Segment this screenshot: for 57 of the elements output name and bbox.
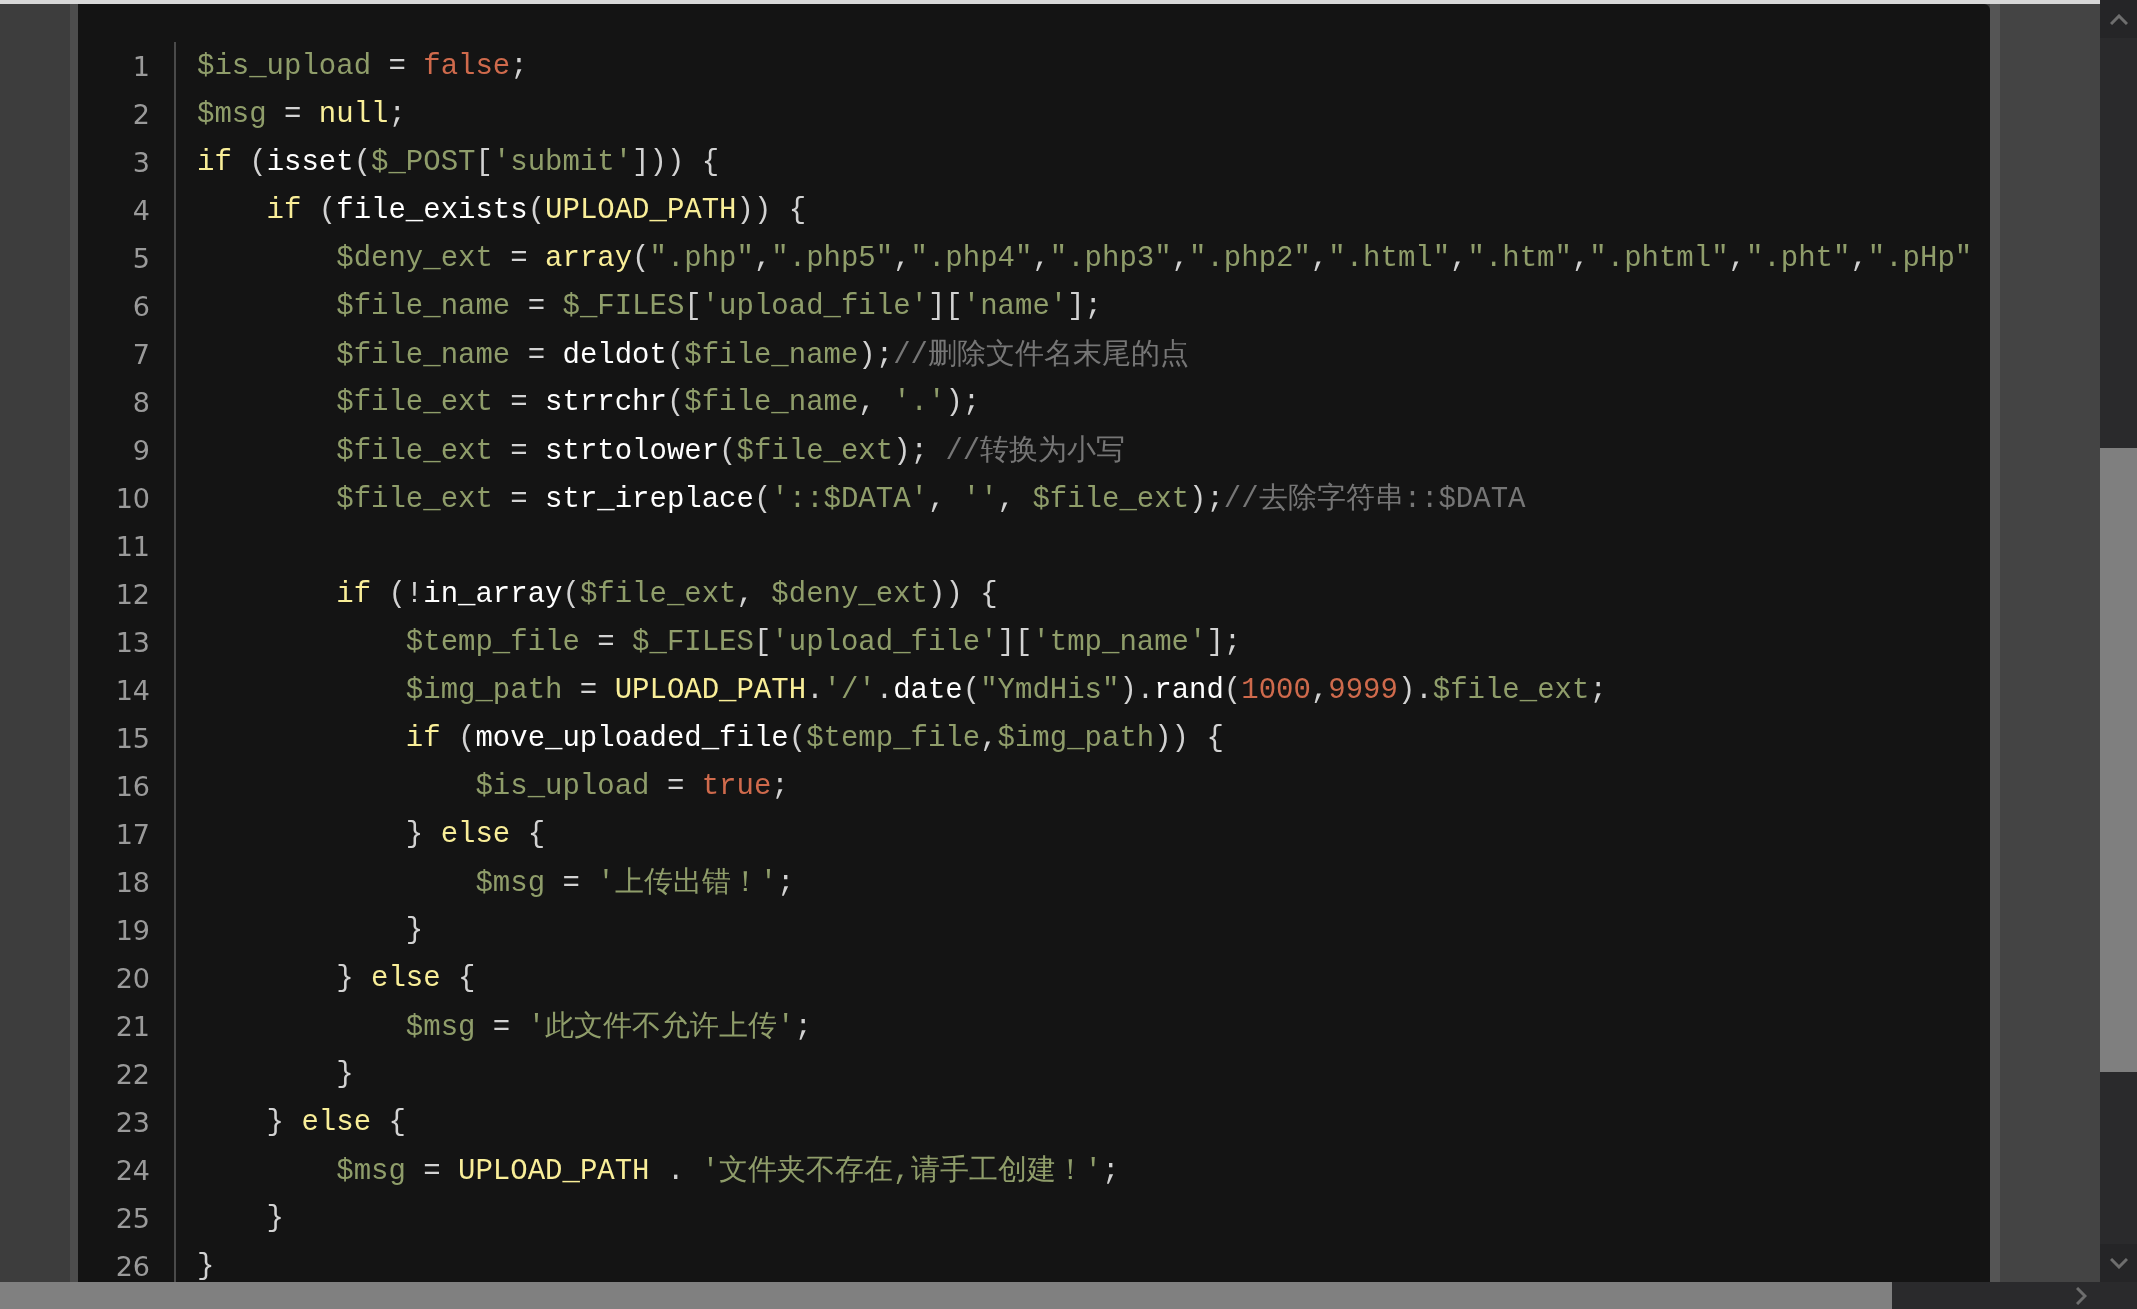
line-number: 22 xyxy=(114,1058,150,1090)
code-line: $file_ext = strrchr($file_name, '.'); xyxy=(335,385,981,419)
line-number: 11 xyxy=(114,530,150,562)
line-number: 19 xyxy=(114,914,150,946)
code-line: $msg = null; xyxy=(197,97,406,131)
line-number: 21 xyxy=(114,1010,150,1042)
scroll-right-icon[interactable] xyxy=(2076,1286,2087,1305)
scrollbar-corner xyxy=(2100,1282,2137,1309)
line-number: 9 xyxy=(131,434,150,466)
line-number: 26 xyxy=(114,1250,150,1282)
code-line: if (!in_array($file_ext, $deny_ext)) { xyxy=(335,577,998,611)
line-number: 5 xyxy=(131,242,150,274)
code-line: $msg = UPLOAD_PATH . '文件夹不存在,请手工创建！'; xyxy=(335,1153,1120,1190)
code-line: } else { xyxy=(265,1105,406,1139)
line-number: 7 xyxy=(131,338,150,370)
code-line: } xyxy=(265,1201,284,1235)
code-line: $temp_file = $_FILES['upload_file']['tmp_name']; xyxy=(404,625,1242,659)
line-number: 14 xyxy=(114,674,150,706)
vertical-scrollbar-thumb[interactable] xyxy=(2100,448,2137,1072)
code-line: } xyxy=(335,1057,354,1091)
line-number: 15 xyxy=(114,722,150,754)
line-number: 13 xyxy=(114,626,150,658)
line-number: 18 xyxy=(114,866,150,898)
line-number: 4 xyxy=(131,194,150,226)
line-number: 17 xyxy=(114,818,150,850)
code-line: $msg = '此文件不允许上传'; xyxy=(404,1010,812,1046)
code-line: } xyxy=(197,1249,215,1282)
code-line: } else { xyxy=(335,961,476,995)
code-line: if (file_exists(UPLOAD_PATH)) { xyxy=(265,193,807,227)
scroll-down-icon[interactable] xyxy=(2109,1257,2128,1269)
line-number: 6 xyxy=(131,290,150,322)
code-line: $img_path = UPLOAD_PATH.'/'.date("YmdHis").rand(1000,9999).$file_ext; xyxy=(404,673,1607,707)
code-line: $file_ext = str_ireplace('::$DATA', '', $file_ext);//去除字符串::$DATA xyxy=(335,481,1526,518)
line-number: 12 xyxy=(114,578,150,610)
code-line: $is_upload = true; xyxy=(474,769,789,803)
line-number: 20 xyxy=(114,962,150,994)
code-line: } xyxy=(404,913,424,947)
line-number: 25 xyxy=(114,1202,150,1234)
code-line: } else { xyxy=(404,817,546,851)
line-number: 2 xyxy=(131,98,150,130)
line-number: 10 xyxy=(114,482,150,514)
vertical-scrollbar[interactable] xyxy=(2100,0,2137,1282)
code-line: if (isset($_POST['submit'])) { xyxy=(197,145,720,179)
line-number: 16 xyxy=(114,770,150,802)
line-number: 23 xyxy=(114,1106,150,1138)
code-line: $msg = '上传出错！'; xyxy=(474,866,795,902)
line-number: 3 xyxy=(131,146,150,178)
line-number: 8 xyxy=(131,386,150,418)
code-line: $deny_ext = array(".php",".php5",".php4",".php3",".php2",".html",".htm",".phtml",".pht",".pHp" xyxy=(335,241,1973,275)
code-line: $file_name = deldot($file_name);//删除文件名末尾的点 xyxy=(335,338,1189,374)
code-line: $file_ext = strtolower($file_ext); //转换为小写 xyxy=(335,434,1126,470)
code-line: if (move_uploaded_file($temp_file,$img_path)) { xyxy=(404,721,1224,755)
line-number: 1 xyxy=(131,50,150,82)
code-line: $is_upload = false; xyxy=(197,49,528,83)
code-line: $file_name = $_FILES['upload_file']['name']; xyxy=(335,289,1102,323)
scroll-up-icon[interactable] xyxy=(2109,13,2128,25)
line-number: 24 xyxy=(114,1154,150,1186)
